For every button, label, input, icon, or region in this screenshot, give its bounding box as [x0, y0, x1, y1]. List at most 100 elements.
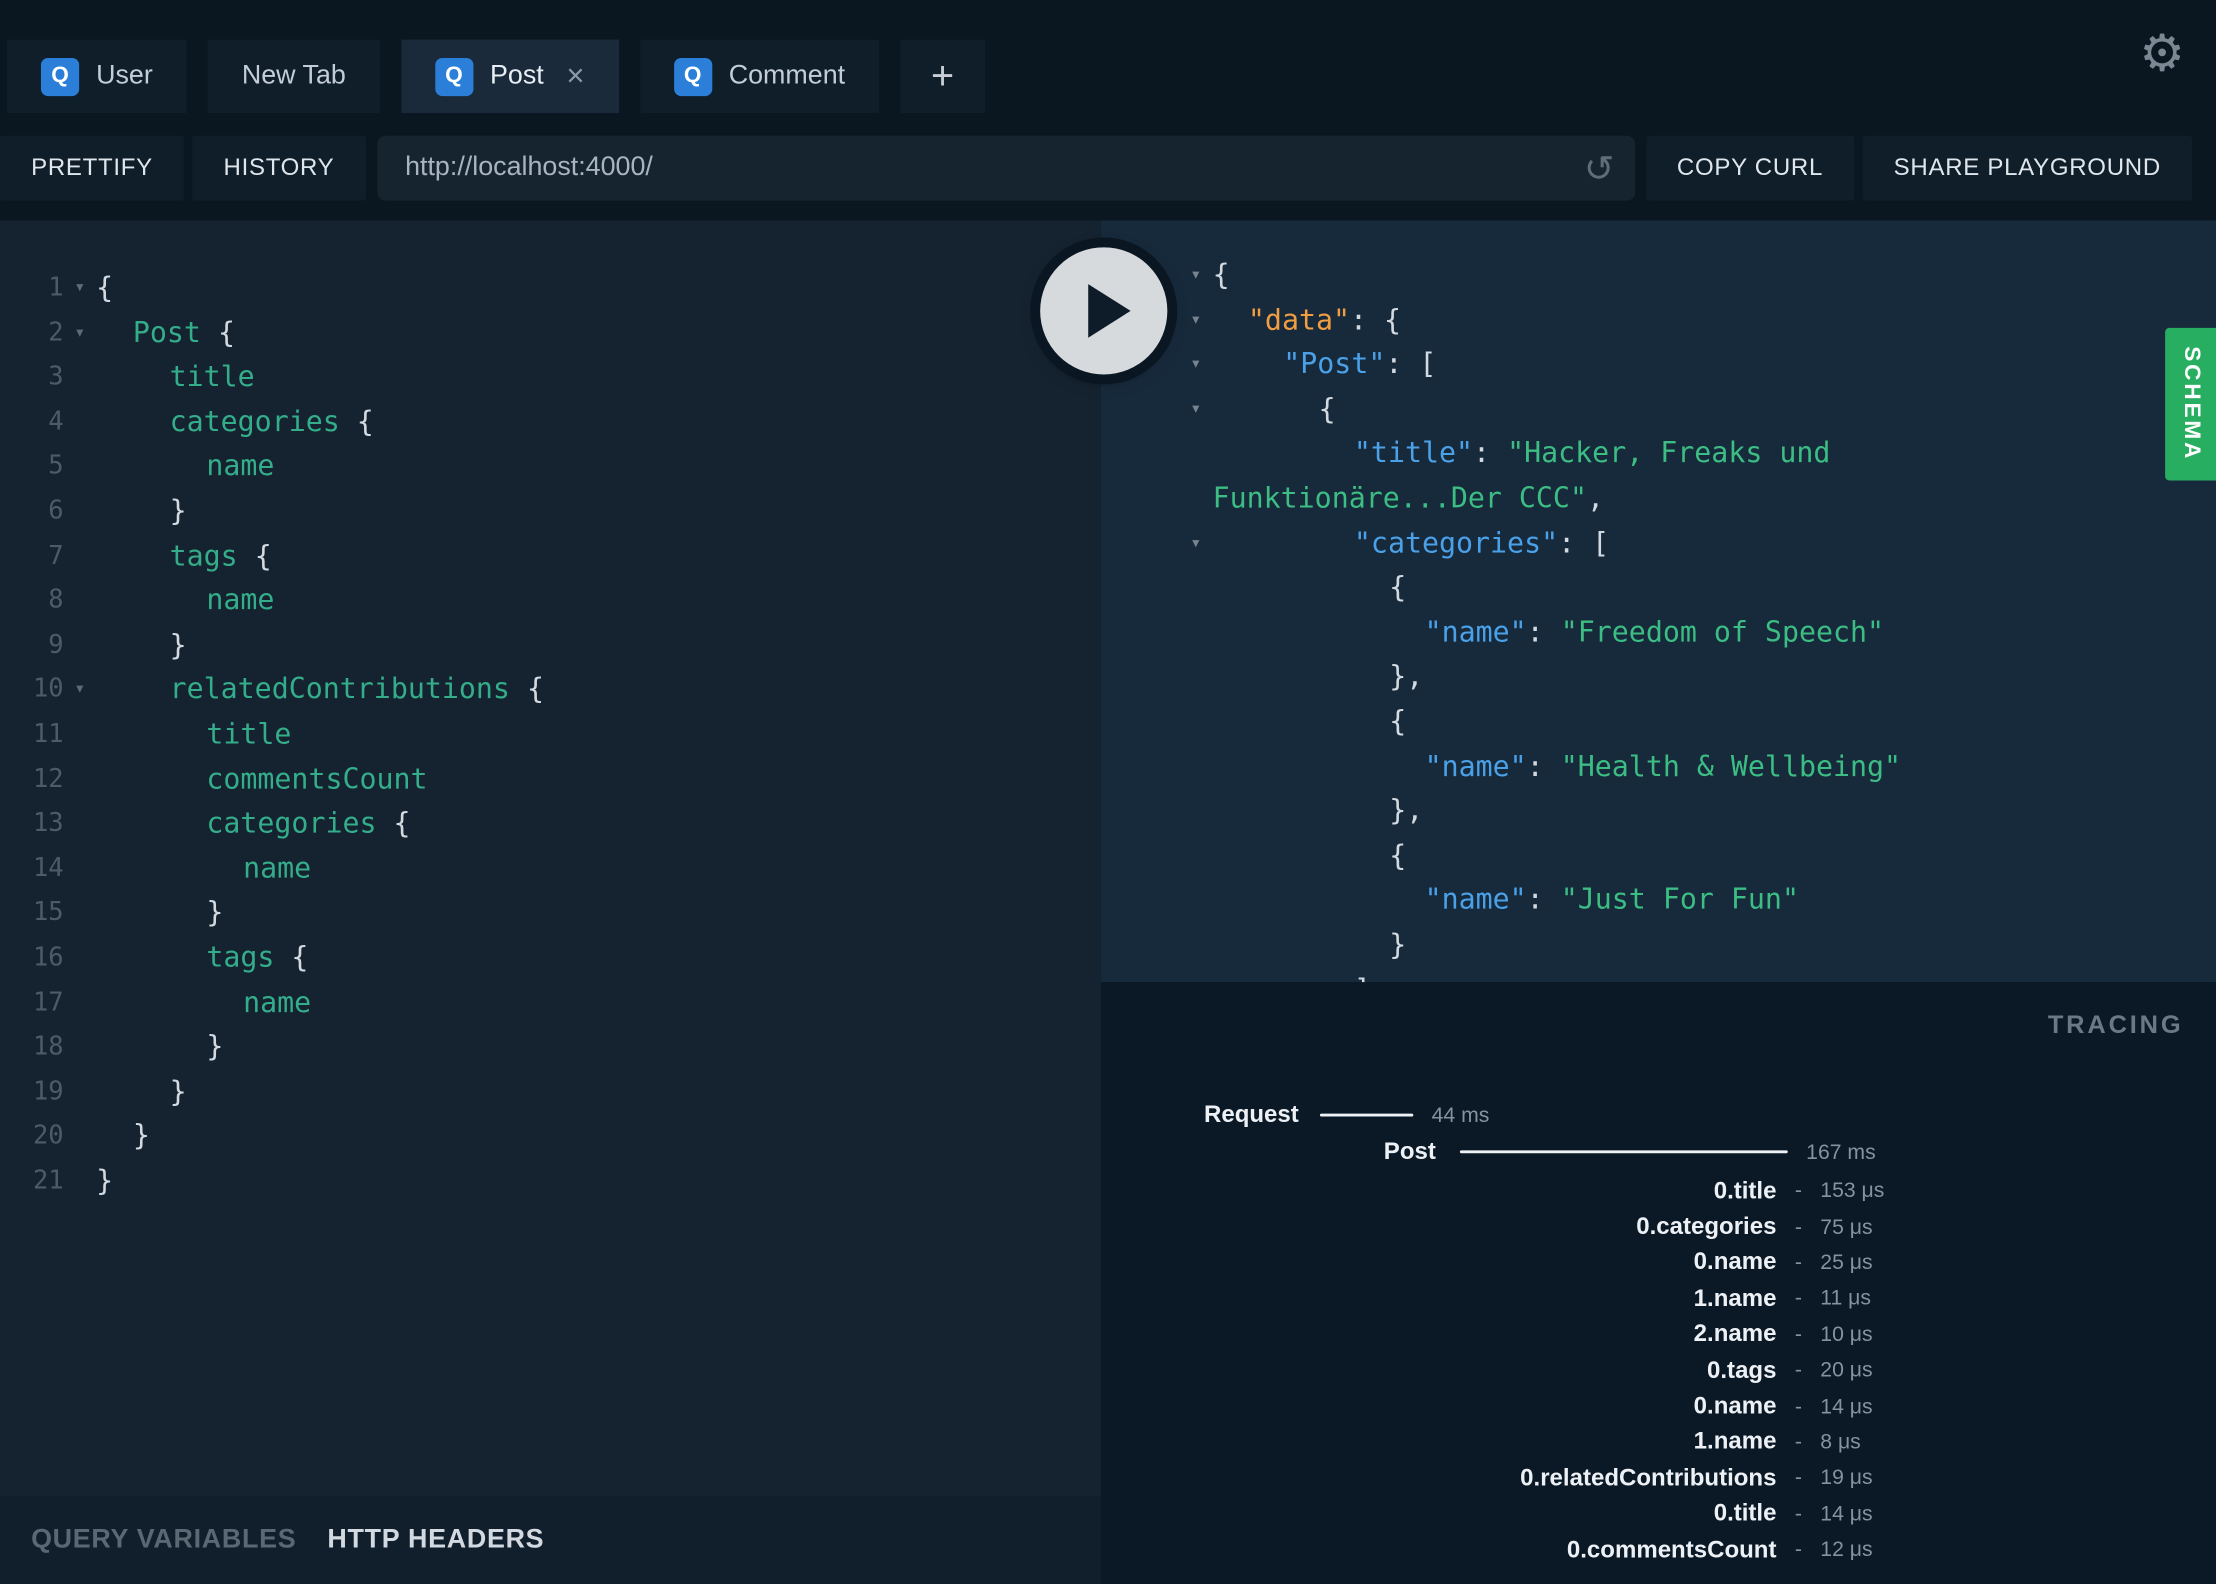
code-token: } — [206, 1028, 224, 1063]
trace-request-bar — [1319, 1113, 1414, 1117]
query-line: 1 ▾{ — [0, 266, 1101, 311]
code-token: { — [237, 537, 272, 572]
trace-resolver-label: 0.tags — [1707, 1356, 1777, 1384]
fold-arrow-icon[interactable]: ▾ — [64, 668, 97, 713]
trace-resolver-time: 8 μs — [1820, 1430, 1861, 1455]
response-line: ] — [1101, 967, 2216, 983]
response-code: { — [1389, 699, 1406, 744]
response-code: } — [1389, 923, 1406, 968]
response-line: "name": "Just For Fun" — [1101, 878, 2216, 923]
query-line: 18} — [0, 1025, 1101, 1070]
code-token: tags — [169, 537, 238, 572]
response-line: { — [1101, 699, 2216, 744]
line-number: 6 — [48, 496, 64, 526]
tab-post[interactable]: Q Post × — [400, 39, 619, 114]
query-code: } — [206, 891, 223, 936]
collapse-arrow-icon[interactable]: ▾ — [1101, 387, 1213, 432]
tab-user[interactable]: Q User — [7, 39, 187, 114]
fold-arrow-icon[interactable]: ▾ — [64, 310, 97, 355]
response-line: ▾ "categories": [ — [1101, 521, 2216, 566]
code-token: "data" — [1247, 301, 1351, 336]
code-token: { — [376, 805, 411, 840]
line-number: 16 — [32, 942, 64, 973]
tab-bar: Q User New Tab Q Post × Q Comment + — [0, 0, 2216, 114]
close-tab-icon[interactable]: × — [566, 60, 584, 92]
fold-arrow-icon[interactable]: ▾ — [64, 266, 97, 311]
tab-new-tab[interactable]: New Tab — [207, 39, 380, 114]
share-playground-button[interactable]: SHARE PLAYGROUND — [1862, 135, 2192, 201]
graphql-playground: Q User New Tab Q Post × Q Comment + ⚙ PRETTIFY H… — [0, 0, 2216, 1584]
query-line: 19} — [0, 1069, 1101, 1114]
response-code: "Post": [ — [1283, 342, 1436, 387]
response-code: }, — [1389, 789, 1423, 834]
response-code: { — [1389, 833, 1406, 878]
query-line: 21} — [0, 1159, 1101, 1204]
execute-button[interactable] — [1040, 247, 1168, 375]
response-line: ▾{ — [1101, 253, 2216, 298]
query-editor[interactable]: 1 ▾{2 ▾ Post {3 title 4 categories {5 name 6} 7 ta… — [0, 220, 1101, 1497]
trace-dash: - — [1794, 1537, 1802, 1562]
code-token: { — [200, 314, 235, 349]
new-tab-button[interactable]: + — [900, 39, 986, 114]
code-token: } — [169, 493, 187, 528]
prettify-button[interactable]: PRETTIFY — [0, 135, 184, 201]
code-token: } — [206, 895, 224, 929]
response-line: ▾ "data": { — [1101, 298, 2216, 343]
query-line: 4 categories { — [0, 400, 1101, 445]
query-code: } — [133, 1114, 150, 1159]
code-token: ] — [1354, 972, 1371, 983]
code-token: "Health & Wellbeing" — [1560, 748, 1902, 783]
endpoint-url-input[interactable] — [376, 152, 1635, 184]
schema-tab[interactable]: SCHEMA — [2165, 327, 2216, 481]
code-token: { — [1389, 569, 1407, 604]
reload-schema-icon[interactable]: ↺ — [1584, 150, 1615, 187]
response-code: }, — [1389, 655, 1423, 700]
code-token: "Freedom of Speech" — [1560, 614, 1885, 649]
line-number: 18 — [32, 1031, 64, 1062]
tab-comment[interactable]: Q Comment — [639, 39, 880, 114]
collapse-spacer — [1101, 789, 1213, 834]
trace-request-time: 44 ms — [1431, 1103, 1490, 1128]
trace-dash: - — [1794, 1430, 1802, 1455]
code-token: relatedContributions — [169, 671, 510, 706]
trace-dash: - — [1794, 1250, 1802, 1275]
line-number: 4 — [48, 406, 64, 437]
query-variables-button[interactable]: QUERY VARIABLES — [31, 1525, 296, 1556]
code-token: "name" — [1424, 614, 1527, 649]
trace-resolver-row: 0.name -25 μs — [1101, 1245, 2216, 1281]
response-line: }, — [1101, 655, 2216, 700]
code-token: : — [1526, 882, 1561, 917]
http-headers-button[interactable]: HTTP HEADERS — [327, 1525, 544, 1556]
trace-resolver-time: 14 μs — [1820, 1501, 1873, 1526]
endpoint-url-bar: ↺ — [376, 135, 1635, 201]
line-number: 1 — [48, 272, 64, 303]
query-line: 16 tags { — [0, 935, 1101, 980]
copy-curl-button[interactable]: COPY CURL — [1645, 135, 1855, 201]
query-code: title — [206, 712, 291, 757]
history-button[interactable]: HISTORY — [192, 135, 366, 201]
collapse-arrow-icon[interactable]: ▾ — [1101, 521, 1213, 566]
code-token: commentsCount — [206, 761, 428, 796]
settings-gear-icon[interactable]: ⚙ — [2139, 28, 2185, 79]
code-token: "Hacker, Freaks und — [1507, 435, 1831, 470]
query-code: name — [243, 980, 311, 1025]
code-token: } — [132, 1118, 150, 1153]
response-line: "title": "Hacker, Freaks und — [1101, 432, 2216, 477]
graphql-query-badge: Q — [40, 57, 80, 96]
query-line: 7 tags { — [0, 534, 1101, 579]
